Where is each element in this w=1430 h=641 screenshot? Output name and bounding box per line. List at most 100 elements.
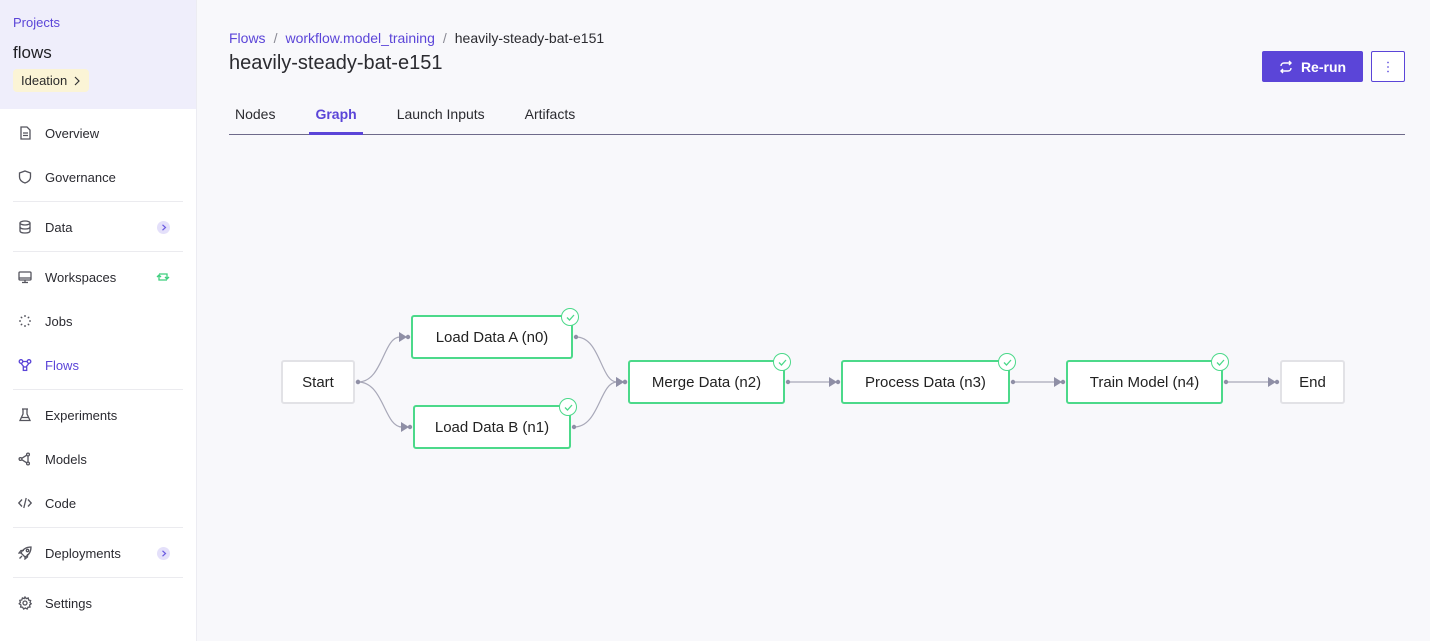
graph-node-label: Load Data B (n1) — [434, 418, 550, 436]
sync-icon — [156, 270, 170, 284]
sidebar-item-label: Experiments — [45, 407, 118, 423]
arrow-head-icon — [1268, 377, 1276, 387]
edge-handle — [1274, 379, 1280, 385]
sidebar-item-governance[interactable]: Governance — [13, 155, 183, 199]
gear-icon — [17, 595, 33, 611]
rocket-icon — [17, 545, 33, 561]
project-header: Projects flows Ideation — [0, 0, 196, 109]
divider — [13, 577, 183, 578]
sidebar-item-label: Overview — [45, 125, 100, 141]
chevron-right-icon[interactable] — [157, 546, 170, 560]
sidebar-nav: Overview Governance Data Workspaces Jobs… — [0, 111, 196, 625]
breadcrumb-flows-link[interactable]: Flows — [229, 30, 266, 46]
graph-node-n0[interactable]: Load Data A (n0) — [411, 308, 579, 359]
graph-node-label: Start — [302, 373, 334, 391]
chevron-right-icon — [74, 76, 81, 85]
tab-bar: Nodes Graph Launch Inputs Artifacts — [229, 98, 1405, 135]
edge-handle — [405, 334, 411, 340]
success-check-icon — [1211, 353, 1229, 371]
graph-node-n3[interactable]: Process Data (n3) — [841, 353, 1016, 404]
graph-edge-start-n1 — [357, 381, 403, 428]
breadcrumb-separator: / — [273, 30, 278, 46]
tab-artifacts[interactable]: Artifacts — [519, 98, 582, 134]
sidebar-item-label: Code — [45, 495, 77, 511]
graph-node-start[interactable]: Start — [281, 360, 355, 404]
graph-edge-n1-n2 — [573, 381, 618, 428]
breadcrumb: Flows / workflow.model_training / heavil… — [229, 30, 604, 46]
graph-node-label: Train Model (n4) — [1089, 373, 1200, 391]
sidebar-item-models[interactable]: Models — [13, 437, 183, 481]
graph-edges — [355, 332, 1280, 432]
sidebar-item-deployments[interactable]: Deployments — [13, 531, 183, 575]
graph-node-n1[interactable]: Load Data B (n1) — [413, 398, 577, 449]
tab-launch-inputs[interactable]: Launch Inputs — [391, 98, 491, 134]
graph-node-n2[interactable]: Merge Data (n2) — [628, 353, 791, 404]
graph-node-label: Load Data A (n0) — [435, 328, 549, 346]
sidebar-item-overview[interactable]: Overview — [13, 111, 183, 155]
more-vertical-icon — [1387, 61, 1389, 72]
divider — [13, 201, 183, 202]
graph-node-end[interactable]: End — [1280, 360, 1345, 404]
edge-handle — [622, 379, 628, 385]
divider — [13, 527, 183, 528]
flask-icon — [17, 407, 33, 423]
shield-icon — [17, 169, 33, 185]
sidebar: Projects flows Ideation Overview Governa… — [0, 0, 197, 641]
code-icon — [17, 495, 33, 511]
breadcrumb-current: heavily-steady-bat-e151 — [454, 30, 605, 46]
arrow-head-icon — [401, 422, 409, 432]
sidebar-item-label: Flows — [45, 357, 79, 373]
rerun-label: Re-run — [1300, 58, 1347, 75]
arrow-head-icon — [616, 377, 624, 387]
sidebar-item-label: Deployments — [45, 545, 121, 561]
sidebar-item-flows[interactable]: Flows — [13, 343, 183, 387]
project-name: flows — [13, 43, 52, 62]
tab-nodes[interactable]: Nodes — [229, 98, 281, 134]
sidebar-item-data[interactable]: Data — [13, 205, 183, 249]
chevron-right-icon[interactable] — [157, 220, 170, 234]
divider — [13, 389, 183, 390]
model-icon — [17, 451, 33, 467]
database-icon — [17, 219, 33, 235]
breadcrumb-workflow-link[interactable]: workflow.model_training — [285, 30, 434, 46]
rerun-button[interactable]: Re-run — [1262, 51, 1363, 82]
sidebar-item-label: Data — [45, 219, 73, 235]
monitor-icon — [17, 269, 33, 285]
sidebar-item-label: Governance — [45, 169, 116, 185]
graph-node-label: Process Data (n3) — [865, 373, 986, 391]
sidebar-item-workspaces[interactable]: Workspaces — [13, 255, 183, 299]
spinner-icon — [17, 313, 33, 329]
edge-handle — [622, 379, 628, 385]
sidebar-item-experiments[interactable]: Experiments — [13, 393, 183, 437]
sidebar-item-jobs[interactable]: Jobs — [13, 299, 183, 343]
flow-graph: Start Load Data A (n0) Load Data B (n1) Mer… — [0, 0, 1430, 641]
stage-badge-label: Ideation — [21, 73, 68, 88]
sidebar-item-label: Settings — [45, 595, 92, 611]
sidebar-item-label: Workspaces — [45, 269, 117, 285]
rerun-icon — [1279, 60, 1292, 73]
success-check-icon — [998, 353, 1016, 371]
stage-badge[interactable]: Ideation — [13, 69, 90, 92]
flows-icon — [17, 357, 33, 373]
arrow-head-icon — [616, 377, 624, 387]
graph-node-label: Merge Data (n2) — [651, 373, 762, 391]
graph-node-n4[interactable]: Train Model (n4) — [1066, 353, 1229, 404]
arrow-head-icon — [1054, 377, 1062, 387]
more-options-button[interactable] — [1371, 51, 1405, 82]
projects-link[interactable]: Projects — [13, 15, 183, 30]
graph-edge-start-n0 — [357, 336, 401, 383]
page-title: heavily-steady-bat-e151 — [229, 52, 443, 74]
graph-edge-n0-n2 — [575, 336, 618, 383]
sidebar-item-code[interactable]: Code — [13, 481, 183, 525]
arrow-head-icon — [829, 377, 837, 387]
sidebar-item-label: Models — [45, 451, 87, 467]
arrow-head-icon — [399, 332, 407, 342]
edge-handle — [835, 379, 841, 385]
tab-graph[interactable]: Graph — [309, 98, 363, 135]
edge-handle — [407, 424, 413, 430]
sidebar-item-settings[interactable]: Settings — [13, 581, 183, 625]
breadcrumb-separator: / — [442, 30, 447, 46]
document-icon — [17, 125, 33, 141]
sidebar-item-label: Jobs — [45, 313, 73, 329]
graph-node-label: End — [1299, 373, 1326, 391]
